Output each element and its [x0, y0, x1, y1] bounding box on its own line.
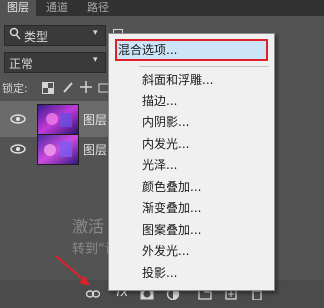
lock-label: 锁定: [2, 82, 28, 95]
layer-thumbnail [37, 134, 79, 165]
blend-mode-dropdown[interactable]: 正常 ▾ [4, 52, 106, 73]
menu-item-gradient-overlay[interactable]: 渐变叠加... [142, 200, 201, 216]
menu-item-drop-shadow[interactable]: 投影... [142, 265, 177, 281]
lock-transparent-icon[interactable] [42, 82, 54, 97]
annotation-arrow-icon [55, 255, 90, 286]
panel-tab-bar: 图层 通道 路径 [0, 0, 324, 16]
tab-channels[interactable]: 通道 [46, 0, 68, 16]
layer-filter-dropdown[interactable]: 类型 ▾ [4, 25, 106, 46]
lock-move-icon[interactable] [80, 81, 92, 97]
lock-brush-icon[interactable] [62, 81, 74, 97]
blend-mode-value: 正常 [9, 57, 34, 71]
menu-item-satin[interactable]: 光泽... [142, 157, 177, 173]
menu-item-stroke[interactable]: 描边... [142, 93, 177, 109]
lock-row: 锁定: [2, 79, 122, 97]
menu-item-inner-glow[interactable]: 内发光... [142, 136, 189, 152]
tab-paths[interactable]: 路径 [87, 0, 109, 16]
chevron-down-icon: ▾ [93, 55, 98, 65]
menu-item-pattern-overlay[interactable]: 图案叠加... [142, 222, 201, 238]
menu-item-outer-glow[interactable]: 外发光... [142, 243, 189, 259]
menu-item-inner-shadow[interactable]: 内阴影... [142, 114, 189, 130]
layer-name[interactable]: 图层 [83, 111, 107, 128]
menu-item-blending-options[interactable]: 混合选项... [118, 42, 177, 58]
layer-row[interactable]: 图层 [0, 131, 112, 167]
menu-item-bevel-emboss[interactable]: 斜面和浮雕... [142, 72, 213, 88]
menu-item-color-overlay[interactable]: 颜色叠加... [142, 179, 201, 195]
layer-name[interactable]: 图层 [83, 141, 107, 158]
layer-style-context-menu: 混合选项... 斜面和浮雕... 描边... 内阴影... 内发光... 光泽.… [108, 33, 275, 291]
filter-label: 类型 [24, 30, 49, 44]
tab-layers[interactable]: 图层 [0, 0, 36, 16]
search-icon [9, 27, 21, 44]
chevron-down-icon: ▾ [93, 28, 98, 38]
menu-separator [139, 66, 269, 67]
visibility-eye-icon[interactable] [10, 143, 26, 154]
visibility-eye-icon[interactable] [10, 113, 26, 124]
